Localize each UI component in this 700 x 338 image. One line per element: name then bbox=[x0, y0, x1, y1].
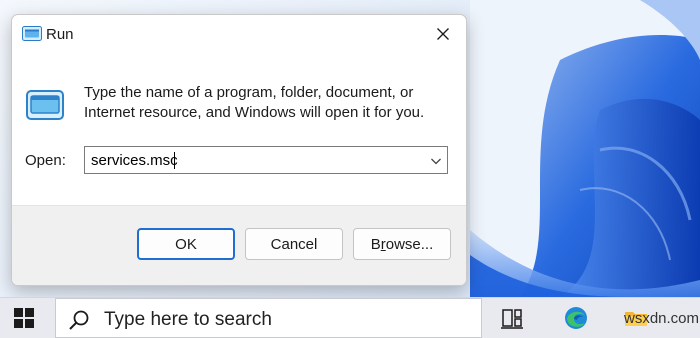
search-placeholder: Type here to search bbox=[104, 309, 272, 330]
ok-button-label: OK bbox=[175, 235, 197, 253]
ok-button[interactable]: OK bbox=[137, 228, 235, 260]
text-cursor bbox=[174, 152, 175, 169]
cancel-button[interactable]: Cancel bbox=[245, 228, 343, 260]
close-icon bbox=[437, 28, 449, 40]
dialog-title: Run bbox=[46, 26, 74, 43]
open-input[interactable] bbox=[91, 150, 411, 170]
chevron-down-icon[interactable] bbox=[429, 154, 443, 168]
run-program-icon bbox=[26, 90, 64, 120]
taskbar: Type here to search bbox=[0, 297, 700, 338]
browse-label-prefix: B bbox=[370, 235, 381, 253]
watermark-text: wsxdn.com bbox=[624, 310, 700, 327]
dialog-description: Type the name of a program, folder, docu… bbox=[84, 84, 425, 121]
close-button[interactable] bbox=[420, 15, 466, 53]
run-icon bbox=[22, 26, 42, 41]
browse-button[interactable]: Br owse... bbox=[353, 228, 451, 260]
taskbar-search-box[interactable]: Type here to search bbox=[55, 298, 482, 338]
browse-label-suffix: owse... bbox=[385, 235, 434, 253]
title-bar[interactable]: Run bbox=[12, 15, 466, 53]
cancel-button-label: Cancel bbox=[270, 235, 318, 253]
open-combobox[interactable] bbox=[84, 146, 448, 174]
windows-start-icon bbox=[14, 308, 34, 328]
run-dialog: Run Type the name of a program, folder, … bbox=[11, 14, 467, 286]
task-view-icon[interactable] bbox=[498, 304, 526, 332]
edge-icon[interactable] bbox=[562, 304, 590, 332]
open-label: Open: bbox=[25, 152, 66, 169]
start-button[interactable] bbox=[0, 298, 48, 338]
search-icon bbox=[69, 310, 89, 330]
